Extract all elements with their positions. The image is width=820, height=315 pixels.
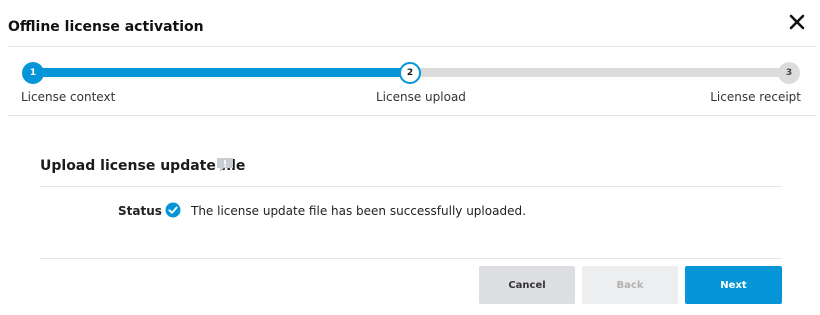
back-button[interactable]: Back [582,266,678,304]
status-label: Status [118,204,162,218]
step-1-marker: 1 [22,62,44,84]
step-2-marker: 2 [399,62,421,84]
stepper-progress-fill [32,68,411,77]
status-message: The license update file has been success… [191,204,526,218]
header-divider [8,46,816,47]
step-2-label: License upload [376,90,466,104]
section-divider [40,186,782,187]
feedback-icon[interactable] [216,157,234,174]
step-2-number: 2 [406,68,414,78]
dialog-title: Offline license activation [8,19,204,35]
close-icon[interactable] [787,12,807,32]
footer-divider [40,258,782,259]
step-3-label: License receipt [710,90,801,104]
cancel-button[interactable]: Cancel [479,266,575,304]
check-circle-icon [165,202,181,218]
step-3-marker: 3 [778,62,800,84]
next-button[interactable]: Next [685,266,782,304]
step-1-number: 1 [29,68,37,78]
step-1-label: License context [21,90,116,104]
step-3-number: 3 [785,68,793,78]
stepper-divider [8,115,816,116]
section-title: Upload license update file [40,158,246,174]
